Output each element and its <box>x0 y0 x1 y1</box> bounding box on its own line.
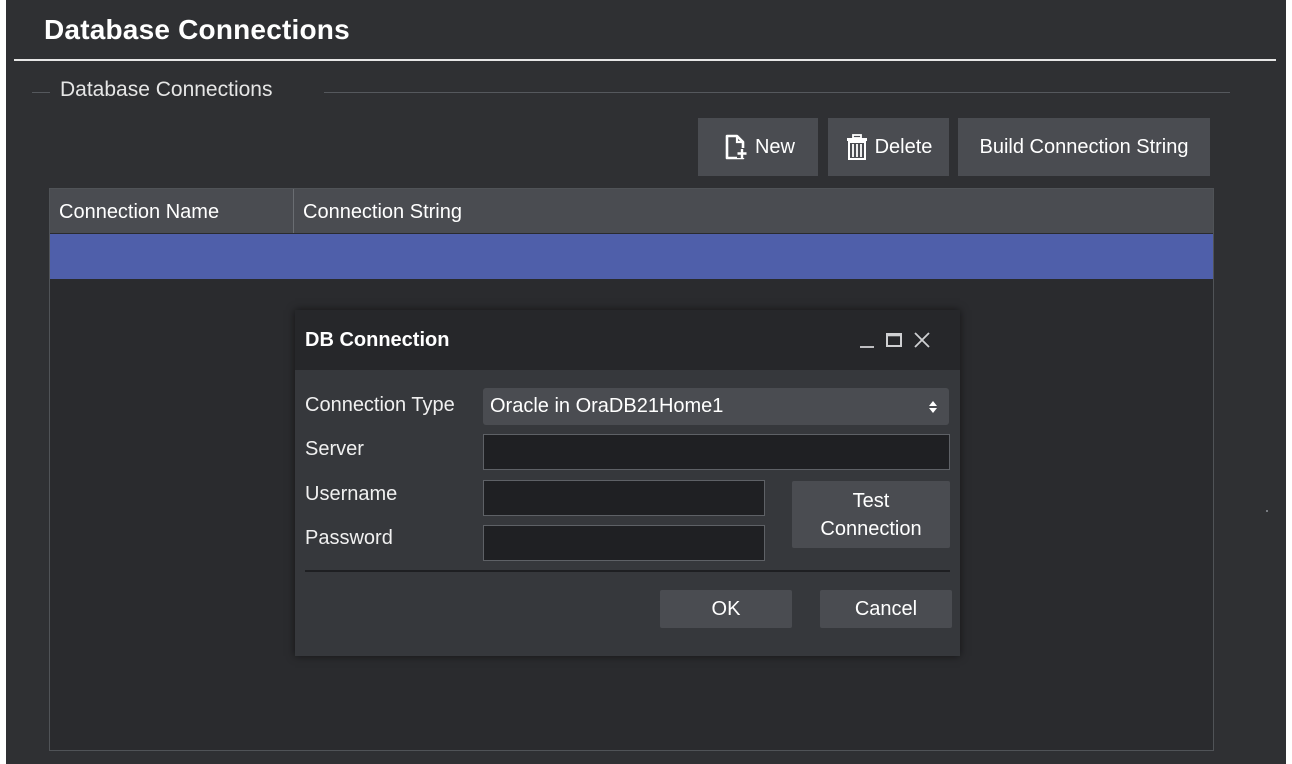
group-title: Database Connections <box>60 78 273 101</box>
new-document-icon <box>721 133 749 161</box>
column-header-connection-string[interactable]: Connection String <box>294 189 462 233</box>
test-connection-line1: Test <box>852 489 890 512</box>
delete-button-label: Delete <box>874 135 933 158</box>
username-label: Username <box>305 483 398 505</box>
page-title: Database Connections <box>44 14 350 45</box>
db-connection-dialog: DB Connection Connection Type Oracle in … <box>295 310 960 656</box>
password-input[interactable] <box>483 525 765 561</box>
updown-arrows-icon <box>928 388 938 425</box>
table-row[interactable] <box>50 234 1213 279</box>
new-button-label: New <box>754 135 795 158</box>
cancel-button[interactable]: Cancel <box>820 590 952 628</box>
build-connection-string-button[interactable]: Build Connection String <box>958 118 1210 176</box>
app-window: Database Connections Database Connection… <box>6 0 1286 764</box>
column-header-connection-name[interactable]: Connection Name <box>50 189 294 233</box>
test-connection-line2: Connection <box>820 517 922 540</box>
server-label: Server <box>305 438 364 460</box>
minimize-icon[interactable] <box>856 328 878 352</box>
title-divider <box>14 59 1276 61</box>
maximize-icon[interactable] <box>883 328 905 352</box>
test-connection-button[interactable]: Test Connection <box>792 481 950 548</box>
connection-type-value: Oracle in OraDB21Home1 <box>490 395 724 417</box>
connection-type-label: Connection Type <box>305 394 455 416</box>
connection-type-select[interactable]: Oracle in OraDB21Home1 <box>483 388 949 425</box>
username-input[interactable] <box>483 480 765 516</box>
dialog-title: DB Connection <box>305 329 450 351</box>
dialog-divider <box>305 570 950 572</box>
close-icon[interactable] <box>911 328 933 352</box>
delete-button[interactable]: Delete <box>828 118 949 176</box>
new-button[interactable]: New <box>698 118 818 176</box>
group-border-left <box>32 92 50 93</box>
stray-dot <box>1266 510 1268 512</box>
trash-icon <box>845 133 869 161</box>
grid-header: Connection Name Connection String <box>50 189 1213 233</box>
ok-button[interactable]: OK <box>660 590 792 628</box>
server-input[interactable] <box>483 434 950 470</box>
group-border-right <box>324 92 1230 93</box>
dialog-titlebar[interactable]: DB Connection <box>295 310 960 370</box>
password-label: Password <box>305 527 393 549</box>
